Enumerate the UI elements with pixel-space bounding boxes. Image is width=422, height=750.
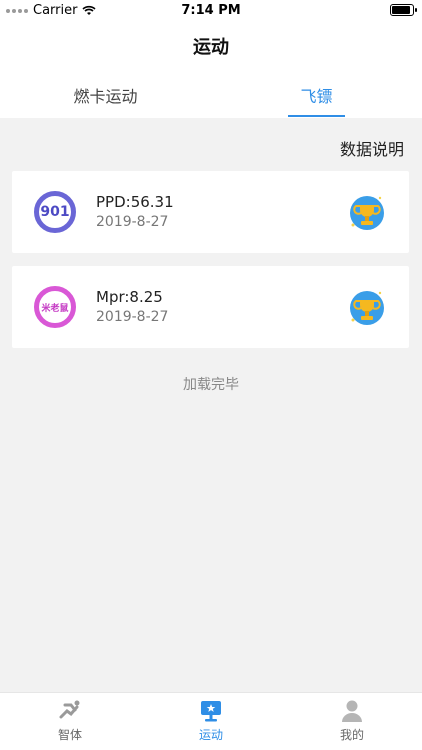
bottom-tab-mine[interactable]: 我的 [282,699,422,743]
bottom-tab-label: 我的 [339,728,364,742]
active-tab-indicator [288,115,345,117]
bottom-tab-label: 运动 [198,728,223,742]
record-card[interactable]: 901 PPD:56.31 2019-8-27 [12,171,409,253]
dartboard-icon [201,701,221,722]
bottom-tab-zhiti[interactable]: 智体 [0,699,140,743]
logo-text: 米老鼠 [41,303,69,314]
record-score: PPD:56.31 [96,193,174,211]
navigation-bar: 运动 [0,22,422,68]
901-logo-icon: 901 [34,191,76,233]
record-card[interactable]: 米老鼠 Mpr:8.25 2019-8-27 [12,266,409,348]
data-explanation-link[interactable]: 数据说明 [340,136,404,160]
tab-calorie-sport[interactable]: 燃卡运动 [0,83,211,107]
record-date: 2019-8-27 [96,214,169,230]
load-complete-text: 加载完毕 [183,377,239,393]
record-date: 2019-8-27 [96,309,169,325]
trophy-icon [350,291,384,325]
running-icon [59,700,80,719]
page-title: 运动 [193,37,229,58]
segment-tabs: 燃卡运动 飞镖 [0,68,422,118]
tab-darts[interactable]: 飞镖 [211,83,422,107]
mi-lao-shu-logo-icon: 米老鼠 [34,286,76,328]
battery-icon [390,4,417,16]
record-score: Mpr:8.25 [96,288,163,306]
user-icon [342,700,362,722]
bottom-tab-bar: 智体 运动 我的 [0,692,422,750]
logo-text: 901 [40,204,70,220]
trophy-icon [350,196,384,230]
bottom-tab-sport[interactable]: 运动 [141,699,281,743]
status-bar: Carrier 7:14 PM [0,0,422,22]
bottom-tab-label: 智体 [57,728,82,742]
status-time: 7:14 PM [181,3,241,18]
